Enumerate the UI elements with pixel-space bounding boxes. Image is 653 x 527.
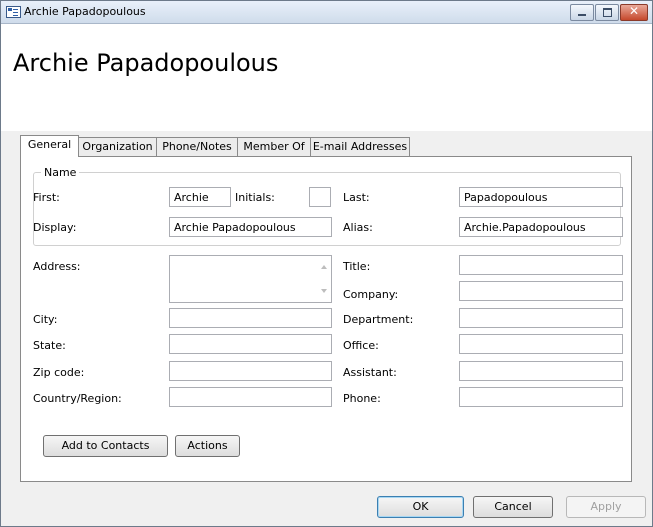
tab-email-addresses[interactable]: E-mail Addresses bbox=[310, 137, 410, 156]
title-field[interactable] bbox=[459, 255, 623, 275]
office-field[interactable] bbox=[459, 334, 623, 354]
phone-field[interactable] bbox=[459, 387, 623, 407]
scroll-up-icon[interactable] bbox=[321, 265, 327, 269]
display-name-label: Display: bbox=[33, 221, 77, 234]
general-tab-panel: Name First: Archie Initials: Last: Papad… bbox=[20, 156, 632, 482]
office-label: Office: bbox=[343, 339, 379, 352]
department-label: Department: bbox=[343, 313, 414, 326]
assistant-label: Assistant: bbox=[343, 366, 397, 379]
cancel-button[interactable]: Cancel bbox=[473, 496, 553, 518]
tab-member-of[interactable]: Member Of bbox=[237, 137, 311, 156]
city-label: City: bbox=[33, 313, 58, 326]
country-region-field[interactable] bbox=[169, 387, 332, 407]
contact-card-icon bbox=[6, 6, 21, 18]
last-name-label: Last: bbox=[343, 191, 370, 204]
window-title: Archie Papadopoulous bbox=[24, 5, 146, 18]
scroll-down-icon[interactable] bbox=[321, 289, 327, 293]
close-icon: ✕ bbox=[628, 4, 640, 18]
initials-label: Initials: bbox=[235, 191, 275, 204]
city-field[interactable] bbox=[169, 308, 332, 328]
name-group-label: Name bbox=[41, 166, 80, 179]
initials-field[interactable] bbox=[309, 187, 331, 207]
address-label: Address: bbox=[33, 260, 81, 273]
ok-button[interactable]: OK bbox=[377, 496, 464, 518]
country-region-label: Country/Region: bbox=[33, 392, 122, 405]
zip-code-label: Zip code: bbox=[33, 366, 85, 379]
minimize-button[interactable] bbox=[570, 4, 594, 21]
add-to-contacts-button[interactable]: Add to Contacts bbox=[43, 435, 168, 457]
display-name-field[interactable]: Archie Papadopoulous bbox=[169, 217, 332, 237]
last-name-field[interactable]: Papadopoulous bbox=[459, 187, 623, 207]
title-bar[interactable]: Archie Papadopoulous ✕ bbox=[1, 1, 652, 24]
address-textarea[interactable] bbox=[169, 255, 332, 303]
title-label: Title: bbox=[343, 260, 371, 273]
state-field[interactable] bbox=[169, 334, 332, 354]
tab-general[interactable]: General bbox=[20, 135, 79, 157]
alias-label: Alias: bbox=[343, 221, 373, 234]
actions-button[interactable]: Actions bbox=[175, 435, 240, 457]
tab-organization[interactable]: Organization bbox=[78, 137, 157, 156]
company-field[interactable] bbox=[459, 281, 623, 301]
maximize-button[interactable] bbox=[595, 4, 619, 21]
header-area: Archie Papadopoulous bbox=[1, 24, 652, 131]
contact-properties-window: Archie Papadopoulous ✕ Archie Papadopoul… bbox=[0, 0, 653, 527]
state-label: State: bbox=[33, 339, 66, 352]
tab-phone-notes[interactable]: Phone/Notes bbox=[156, 137, 238, 156]
first-name-label: First: bbox=[33, 191, 60, 204]
phone-label: Phone: bbox=[343, 392, 381, 405]
apply-button[interactable]: Apply bbox=[566, 496, 646, 518]
zip-code-field[interactable] bbox=[169, 361, 332, 381]
first-name-field[interactable]: Archie bbox=[169, 187, 231, 207]
alias-field[interactable]: Archie.Papadopoulous bbox=[459, 217, 623, 237]
company-label: Company: bbox=[343, 288, 399, 301]
assistant-field[interactable] bbox=[459, 361, 623, 381]
department-field[interactable] bbox=[459, 308, 623, 328]
close-button[interactable]: ✕ bbox=[620, 4, 648, 21]
contact-name-heading: Archie Papadopoulous bbox=[13, 49, 279, 77]
